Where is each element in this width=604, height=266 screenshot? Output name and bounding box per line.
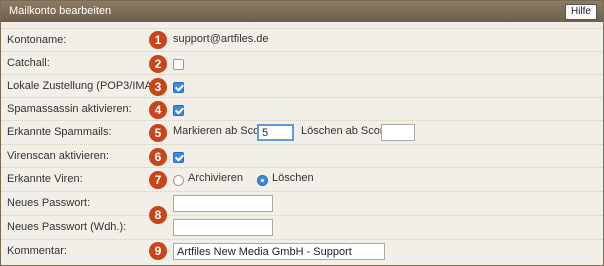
- row-virenscan: Virenscan aktivieren: 6: [1, 144, 603, 168]
- badge-7: 7: [149, 171, 167, 189]
- mark-score-input[interactable]: [257, 124, 294, 141]
- delete-score-input[interactable]: [381, 124, 415, 141]
- passwort-input[interactable]: [173, 195, 273, 212]
- passwort-wdh-input[interactable]: [173, 219, 273, 236]
- kommentar-label: Kommentar:: [7, 245, 67, 257]
- panel-title: Mailkonto bearbeiten: [9, 5, 112, 17]
- badge-6: 6: [149, 148, 167, 166]
- spamassassin-checkbox[interactable]: [173, 105, 184, 116]
- lokale-zustellung-label: Lokale Zustellung (POP3/IMAP):: [7, 80, 166, 92]
- virenscan-label: Virenscan aktivieren:: [7, 150, 109, 162]
- lokale-zustellung-checkbox[interactable]: [173, 82, 184, 93]
- kontoname-label: Kontoname:: [7, 34, 67, 46]
- archivieren-label: Archivieren: [188, 172, 244, 184]
- row-spammails: Erkannte Spammails: 5 Markieren ab Score…: [1, 120, 603, 144]
- badge-1: 1: [149, 31, 167, 49]
- spammails-label: Erkannte Spammails:: [7, 126, 112, 138]
- mailkonto-panel: Mailkonto bearbeiten Hilfe Kontoname: 1 …: [0, 0, 604, 266]
- kommentar-input[interactable]: [173, 243, 385, 260]
- badge-3: 3: [149, 78, 167, 96]
- row-viren: Erkannte Viren: 7 Archivieren Löschen: [1, 167, 603, 191]
- viren-label: Erkannte Viren:: [7, 173, 83, 185]
- row-passwort-wdh: Neues Passwort (Wdh.):: [1, 215, 603, 239]
- loeschen-radio[interactable]: [257, 175, 268, 186]
- loeschen-label: Löschen: [272, 172, 314, 184]
- row-passwort: Neues Passwort:: [1, 191, 603, 215]
- row-kommentar: Kommentar: 9: [1, 239, 603, 263]
- badge-4: 4: [149, 101, 167, 119]
- passwort-wdh-label: Neues Passwort (Wdh.):: [7, 221, 127, 233]
- row-kontoname: Kontoname: 1 support@artfiles.de: [1, 28, 603, 52]
- help-button[interactable]: Hilfe: [564, 4, 597, 20]
- spamassassin-label: Spamassassin aktivieren:: [7, 103, 132, 115]
- badge-5: 5: [149, 124, 167, 142]
- badge-8: 8: [149, 206, 167, 224]
- mark-score-label: Markieren ab Score: [173, 125, 269, 137]
- badge-9: 9: [149, 242, 167, 260]
- catchall-label: Catchall:: [7, 57, 50, 69]
- catchall-checkbox[interactable]: [173, 59, 184, 70]
- virenscan-checkbox[interactable]: [173, 152, 184, 163]
- row-catchall: Catchall: 2: [1, 51, 603, 75]
- badge-2: 2: [149, 55, 167, 73]
- archivieren-radio[interactable]: [173, 175, 184, 186]
- delete-score-label: Löschen ab Score: [301, 125, 390, 137]
- panel-header: Mailkonto bearbeiten Hilfe: [1, 1, 603, 22]
- passwort-label: Neues Passwort:: [7, 197, 91, 209]
- row-lokale-zustellung: Lokale Zustellung (POP3/IMAP): 3: [1, 74, 603, 98]
- kontoname-value: support@artfiles.de: [173, 33, 269, 45]
- row-spamassassin: Spamassassin aktivieren: 4: [1, 97, 603, 121]
